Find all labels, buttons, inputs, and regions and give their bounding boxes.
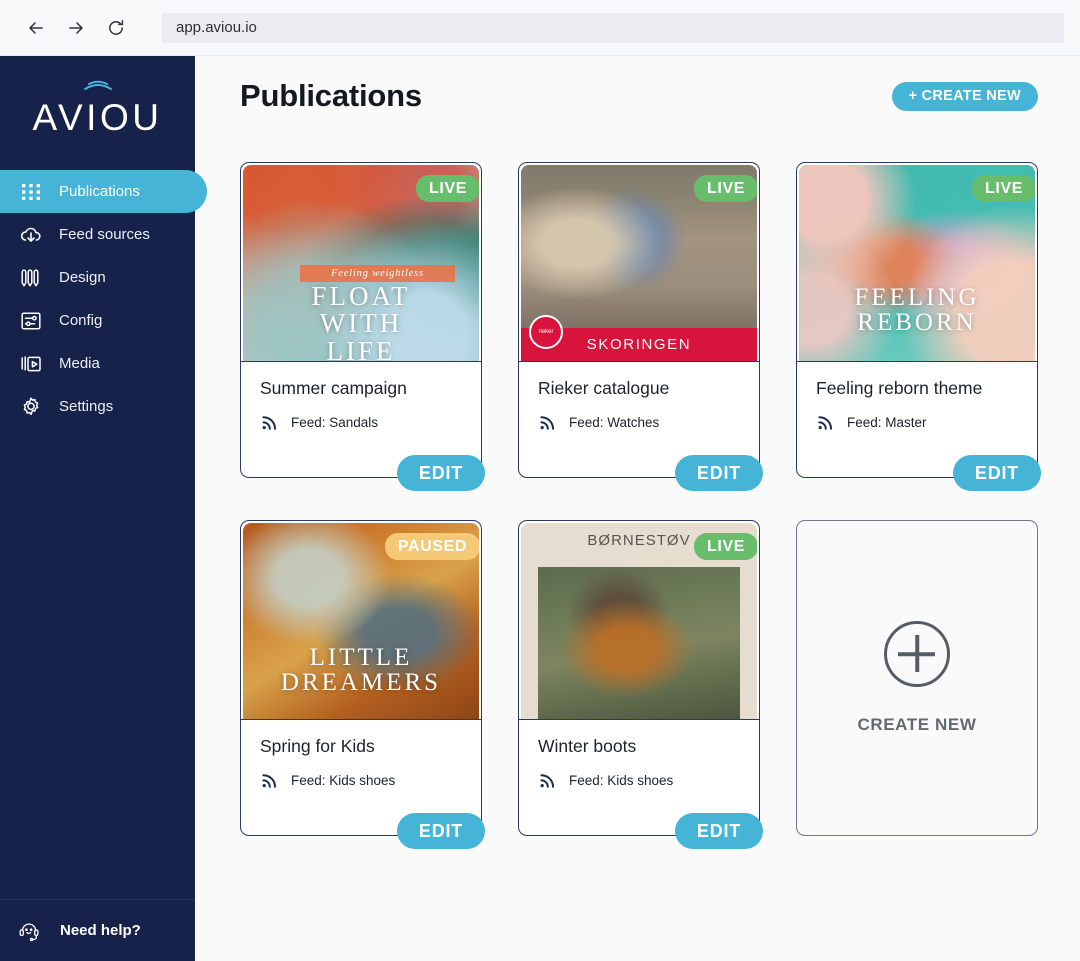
sidebar: AVIOU Publications Feed sources Design C… — [0, 56, 207, 961]
status-badge: PAUSED — [384, 533, 479, 560]
sidebar-item-design[interactable]: Design — [0, 256, 195, 299]
plus-circle-icon — [884, 621, 950, 687]
card-feed: Feed: Kids shoes — [260, 770, 463, 790]
page-title: Publications — [240, 78, 422, 113]
sidebar-item-publications[interactable]: Publications — [0, 170, 207, 213]
edit-button[interactable]: EDIT — [397, 813, 485, 849]
publications-grid: Feeling weightless FLOAT WITH LIFE LIVE Su… — [240, 162, 1041, 849]
card-title: Feeling reborn theme — [816, 378, 983, 398]
rss-feed-icon — [538, 412, 558, 432]
card-feed-label: Feed: Master — [847, 414, 927, 430]
edit-button[interactable]: EDIT — [397, 455, 485, 491]
sidebar-item-settings[interactable]: Settings — [0, 385, 195, 428]
forward-button[interactable] — [56, 8, 96, 48]
arrow-left-icon — [26, 18, 46, 38]
sidebar-item-label: Media — [59, 355, 100, 372]
need-help-button[interactable]: Need help? — [0, 899, 195, 961]
card-title: Rieker catalogue — [538, 378, 670, 398]
pencils-icon — [18, 265, 44, 291]
publication-card[interactable]: BØRNESTØV LIVE Winter boots Feed: Kids s… — [518, 520, 763, 849]
card-feed-label: Feed: Kids shoes — [291, 772, 396, 788]
arrow-right-icon — [66, 18, 86, 38]
card-title: Spring for Kids — [260, 736, 375, 756]
reload-button[interactable] — [96, 8, 136, 48]
artwork-headline: FLOAT WITH LIFE — [311, 280, 411, 361]
need-help-label: Need help? — [60, 922, 141, 939]
gear-icon — [18, 394, 44, 420]
card-feed-label: Feed: Watches — [569, 414, 660, 430]
card-feed: Feed: Sandals — [260, 412, 463, 432]
rss-feed-icon — [260, 770, 280, 790]
reload-icon — [106, 18, 126, 38]
card-thumbnail: Feeling weightless FLOAT WITH LIFE LIVE — [243, 165, 479, 361]
card-feed-label: Feed: Kids shoes — [569, 772, 674, 788]
rss-feed-icon — [816, 412, 836, 432]
edit-button[interactable]: EDIT — [675, 455, 763, 491]
sidebar-item-feed-sources[interactable]: Feed sources — [0, 213, 195, 256]
card-thumbnail: rieker SKORINGEN LIVE — [521, 165, 757, 361]
sidebar-item-config[interactable]: Config — [0, 299, 195, 342]
main-content: Publications + CREATE NEW Feeling weight… — [195, 56, 1080, 961]
publication-card[interactable]: FEELINGREBORN LIVE Feeling reborn theme — [796, 162, 1041, 491]
edit-button[interactable]: EDIT — [953, 455, 1041, 491]
edit-button[interactable]: EDIT — [675, 813, 763, 849]
card-thumbnail: BØRNESTØV LIVE — [521, 523, 757, 719]
card-thumbnail: LITTLE DREAMERS PAUSED — [243, 523, 479, 719]
cloud-download-icon — [18, 222, 44, 248]
rieker-logo-icon: rieker — [529, 315, 563, 349]
card-feed-label: Feed: Sandals — [291, 414, 379, 430]
artwork-headline: LITTLE DREAMERS — [280, 643, 442, 697]
sidebar-item-label: Config — [59, 312, 103, 329]
card-artwork — [538, 567, 740, 719]
status-badge: LIVE — [416, 175, 479, 202]
card-feed: Feed: Master — [816, 412, 1019, 432]
sidebar-item-label: Settings — [59, 398, 114, 415]
url-bar[interactable]: app.aviou.io — [162, 12, 1064, 43]
headset-support-icon — [16, 918, 42, 944]
create-new-button[interactable]: + CREATE NEW — [891, 81, 1038, 111]
page-header: Publications + CREATE NEW — [240, 56, 1038, 114]
card-title: Winter boots — [538, 736, 637, 756]
rss-feed-icon — [260, 412, 280, 432]
aviou-arc-icon — [82, 78, 114, 97]
publication-card[interactable]: rieker SKORINGEN LIVE Rieker catalogue F… — [518, 162, 763, 491]
logo-text: AVIOU — [32, 97, 163, 138]
sidebar-item-label: Publications — [59, 183, 140, 200]
app-shell: AVIOU Publications Feed sources Design C… — [0, 56, 1080, 961]
back-button[interactable] — [16, 8, 56, 48]
status-badge: LIVE — [694, 175, 757, 202]
browser-nav-buttons — [16, 8, 136, 48]
sidebar-item-label: Design — [59, 269, 106, 286]
status-badge: LIVE — [694, 533, 757, 560]
media-folder-icon — [18, 351, 44, 377]
grid-dots-icon — [18, 179, 44, 205]
sidebar-item-media[interactable]: Media — [0, 342, 195, 385]
card-thumbnail: FEELING REBORN LIVE — [799, 165, 1035, 361]
artwork-ribbon-text: Feeling weightless — [299, 264, 456, 282]
create-new-card[interactable]: CREATE NEW — [796, 520, 1038, 836]
card-title: Summer campaign — [260, 378, 407, 398]
status-badge: LIVE — [972, 175, 1035, 202]
artwork-headline: FEELING REBORN — [854, 283, 980, 337]
publication-card[interactable]: Feeling weightless FLOAT WITH LIFE LIVE Su… — [240, 162, 485, 491]
logo[interactable]: AVIOU — [0, 56, 195, 162]
sidebar-nav: Publications Feed sources Design Config … — [0, 170, 207, 428]
url-text: app.aviou.io — [176, 19, 257, 36]
card-feed: Feed: Kids shoes — [538, 770, 741, 790]
create-new-card-label: CREATE NEW — [857, 715, 977, 734]
card-feed: Feed: Watches — [538, 412, 741, 432]
sliders-icon — [18, 308, 44, 334]
rss-feed-icon — [538, 770, 558, 790]
publication-card[interactable]: LITTLE DREAMERS PAUSED Spring for Kids F… — [240, 520, 485, 849]
browser-toolbar: app.aviou.io — [0, 0, 1080, 56]
sidebar-item-label: Feed sources — [59, 226, 150, 243]
